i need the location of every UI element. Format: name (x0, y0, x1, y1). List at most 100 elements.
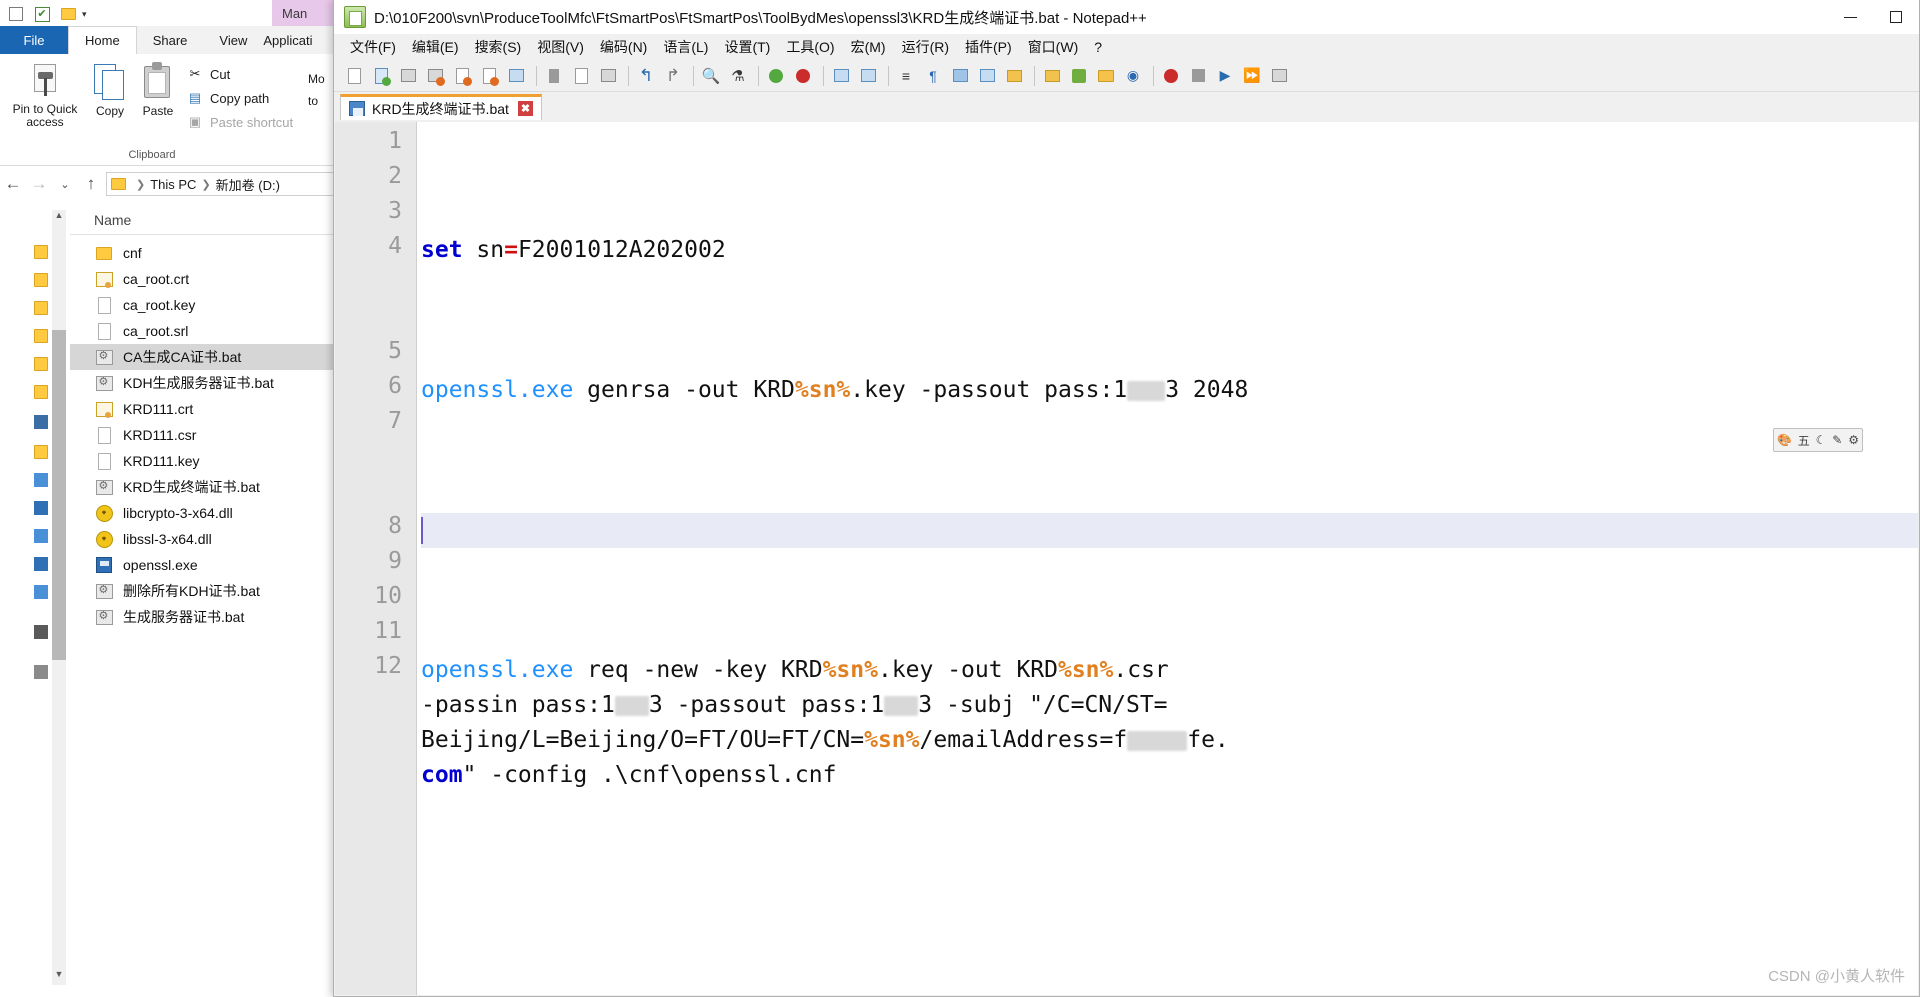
maximize-button[interactable] (1873, 0, 1919, 34)
checkbox-icon[interactable]: ✔ (32, 4, 52, 24)
show-ui-icon[interactable] (975, 64, 999, 88)
paste-shortcut-button[interactable]: ▣ Paste shortcut (186, 110, 306, 134)
word-wrap-icon[interactable]: ≡ (894, 64, 918, 88)
undo-icon[interactable]: ↰ (634, 64, 658, 88)
folder-icon[interactable] (58, 4, 78, 24)
breadcrumb-drive[interactable]: 新加卷 (D:) (216, 175, 280, 194)
redo-icon[interactable]: ↱ (661, 64, 685, 88)
all-chars-icon[interactable]: ¶ (921, 64, 945, 88)
sync-scroll-horizontal-icon[interactable] (856, 64, 880, 88)
print-icon[interactable] (504, 64, 528, 88)
executable-icon (94, 555, 114, 575)
copy-button[interactable]: Copy (88, 58, 132, 118)
chevron-down-icon[interactable]: ▾ (82, 9, 87, 20)
nav-tree-drive-icon[interactable] (34, 557, 48, 571)
indent-guide-icon[interactable] (948, 64, 972, 88)
save-icon[interactable] (6, 4, 26, 24)
new-file-icon[interactable] (342, 64, 366, 88)
floating-tool-panel[interactable]: 🎨 五 ☾ ✎ ⚙ (1773, 428, 1863, 452)
pin-icon[interactable]: ✎ (1832, 433, 1842, 447)
menu-run[interactable]: 运行(R) (894, 37, 957, 57)
function-list-icon[interactable] (1067, 64, 1091, 88)
menu-help[interactable]: ? (1086, 39, 1110, 55)
folder-workspace-icon[interactable] (1094, 64, 1118, 88)
nav-tree-network-icon[interactable] (34, 625, 48, 639)
copy-icon[interactable] (569, 64, 593, 88)
tab-view[interactable]: View (203, 26, 263, 54)
save-all-icon[interactable] (423, 64, 447, 88)
save-macro-icon[interactable] (1267, 64, 1291, 88)
nav-tree-drive-icon[interactable] (34, 415, 48, 429)
cut-button[interactable]: ✂ Cut (186, 62, 306, 86)
palette-icon[interactable]: 🎨 (1777, 433, 1792, 447)
recent-locations-button[interactable]: ⌄ (52, 171, 78, 197)
tab-share[interactable]: Share (137, 26, 204, 54)
save-icon[interactable] (396, 64, 420, 88)
paste-button[interactable]: Paste (134, 58, 182, 118)
menu-view[interactable]: 视图(V) (529, 37, 592, 57)
nav-tree-folder-icon[interactable] (34, 329, 48, 343)
play-multiple-macro-icon[interactable]: ⏩ (1240, 64, 1264, 88)
gear-icon[interactable]: ⚙ (1848, 433, 1859, 447)
menu-window[interactable]: 窗口(W) (1020, 37, 1087, 57)
nav-tree-drive-icon[interactable] (34, 529, 48, 543)
nav-tree-folder-icon[interactable] (34, 445, 48, 459)
column-header-name[interactable]: Name (70, 212, 131, 228)
breadcrumb-this-pc[interactable]: This PC (150, 177, 196, 192)
zoom-in-icon[interactable] (764, 64, 788, 88)
menu-file[interactable]: 文件(F) (342, 37, 404, 57)
document-map-icon[interactable] (1040, 64, 1064, 88)
close-all-icon[interactable] (477, 64, 501, 88)
menu-edit[interactable]: 编辑(E) (404, 37, 467, 57)
tab-file[interactable]: File (0, 26, 68, 54)
paste-icon (140, 62, 176, 102)
editor-tab[interactable]: KRD生成终端证书.bat ✖ (340, 94, 542, 120)
pin-to-quick-access-button[interactable]: Pin to Quick access (2, 58, 88, 129)
nav-tree-folder-icon[interactable] (34, 385, 48, 399)
token-args: .key -passout pass:1 (850, 377, 1128, 403)
minimize-button[interactable] (1827, 0, 1873, 34)
menu-tools[interactable]: 工具(O) (778, 37, 842, 57)
close-icon[interactable]: ✖ (517, 101, 533, 116)
notepadpp-title-bar[interactable]: D:\010F200\svn\ProduceToolMfc\FtSmartPos… (334, 0, 1919, 34)
open-file-icon[interactable] (369, 64, 393, 88)
navigation-pane (30, 205, 66, 985)
up-button[interactable]: ↑ (78, 171, 104, 197)
nav-tree-folder-icon[interactable] (34, 301, 48, 315)
nav-tree-drive-icon[interactable] (34, 473, 48, 487)
back-button[interactable]: ← (0, 171, 26, 197)
ime-mode-label[interactable]: 五 (1798, 432, 1810, 449)
nav-tree-folder-icon[interactable] (34, 357, 48, 371)
play-macro-icon[interactable]: ▶ (1213, 64, 1237, 88)
nav-tree-folder-icon[interactable] (34, 273, 48, 287)
menu-plugins[interactable]: 插件(P) (957, 37, 1020, 57)
menu-macro[interactable]: 宏(M) (843, 37, 894, 57)
menu-language[interactable]: 语言(L) (655, 37, 716, 57)
replace-icon[interactable]: ⚗ (726, 64, 750, 88)
record-macro-icon[interactable] (1159, 64, 1183, 88)
find-icon[interactable]: 🔍 (699, 64, 723, 88)
paste-icon[interactable] (596, 64, 620, 88)
user-language-icon[interactable] (1002, 64, 1026, 88)
preview-icon[interactable]: ◉ (1121, 64, 1145, 88)
stop-macro-icon[interactable] (1186, 64, 1210, 88)
nav-tree-drive-icon[interactable] (34, 501, 48, 515)
copy-path-button[interactable]: ▤ Copy path (186, 86, 306, 110)
nav-tree-drive-icon[interactable] (34, 585, 48, 599)
nav-tree-folder-icon[interactable] (34, 245, 48, 259)
zoom-out-icon[interactable] (791, 64, 815, 88)
menu-search[interactable]: 搜索(S) (467, 37, 530, 57)
nav-tree-network-icon[interactable] (34, 665, 48, 679)
contextual-tab-application[interactable]: Applicati (263, 26, 323, 54)
code-editor[interactable]: 1 2 3 4 5 6 7 8 9 10 11 12 set sn=F20010… (335, 122, 1918, 995)
cut-icon[interactable] (542, 64, 566, 88)
code-content[interactable]: set sn=F2001012A202002 openssl.exe genrs… (417, 122, 1918, 995)
tab-home[interactable]: Home (68, 26, 137, 54)
sync-scroll-vertical-icon[interactable] (829, 64, 853, 88)
close-file-icon[interactable] (450, 64, 474, 88)
moon-icon[interactable]: ☾ (1816, 433, 1827, 447)
menu-settings[interactable]: 设置(T) (716, 37, 778, 57)
file-name: KDH生成服务器证书.bat (123, 375, 274, 391)
menu-encoding[interactable]: 编码(N) (592, 37, 655, 57)
forward-button[interactable]: → (26, 171, 52, 197)
